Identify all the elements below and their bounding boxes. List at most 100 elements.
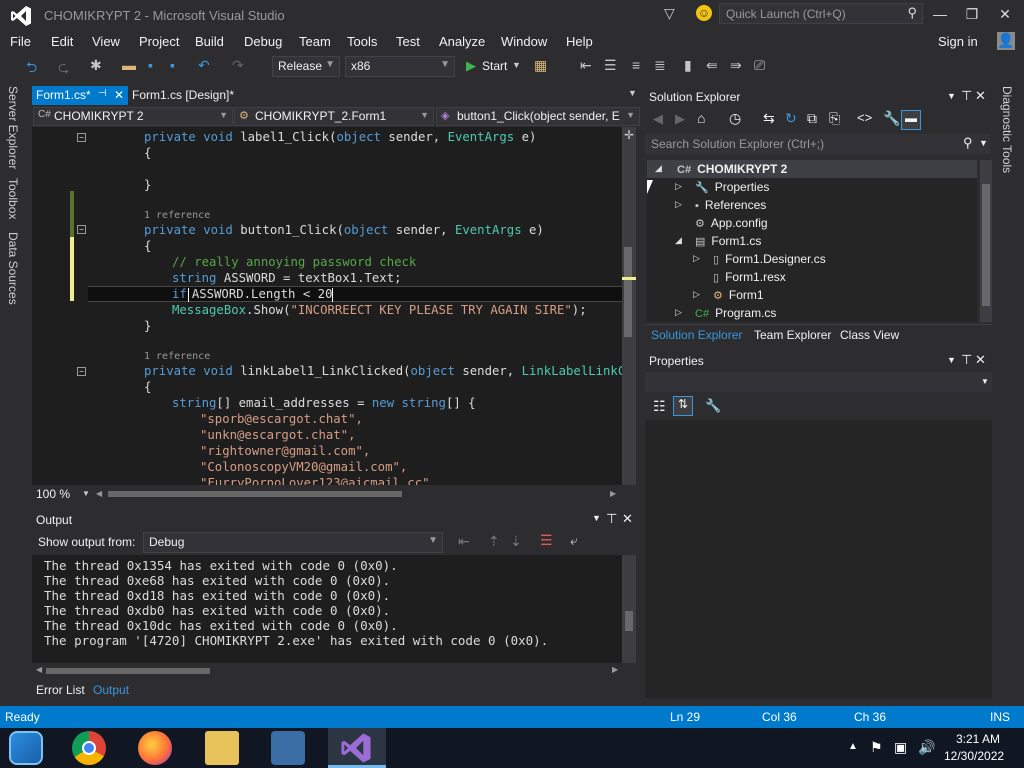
file-explorer-icon[interactable] xyxy=(205,731,239,765)
filter-icon[interactable]: ▽ xyxy=(664,5,675,22)
firefox-icon[interactable] xyxy=(138,731,172,765)
dropdown-icon[interactable]: ▼ xyxy=(592,513,601,523)
data-sources-tab[interactable]: Data Sources xyxy=(6,232,20,305)
tab-form1-design[interactable]: Form1.cs [Design]* xyxy=(128,86,258,105)
zoom-select[interactable]: 100 % xyxy=(36,487,70,501)
preview-selected-icon[interactable]: ▬ xyxy=(901,110,921,130)
configuration-select[interactable]: Release ▼ xyxy=(272,56,340,77)
chevron-down-icon[interactable]: ▼ xyxy=(82,489,90,498)
forward-icon[interactable]: ▶ xyxy=(675,111,685,127)
scroll-right-icon[interactable]: ▶ xyxy=(610,489,616,498)
expand-arrow-icon[interactable]: ▷ xyxy=(675,307,682,318)
tree-item-form1-cs[interactable]: ▤ Form1.cs xyxy=(695,234,761,248)
reference-count[interactable]: 1 reference xyxy=(144,210,210,221)
scroll-thumb[interactable] xyxy=(625,611,633,631)
menu-analyze[interactable]: Analyze xyxy=(439,34,485,49)
forward-icon[interactable]: ⮎ xyxy=(58,57,69,81)
word-wrap-icon[interactable]: ⤶ xyxy=(570,532,578,549)
tree-item-designer[interactable]: ▯ Form1.Designer.cs xyxy=(713,252,826,266)
tab-team-explorer[interactable]: Team Explorer xyxy=(754,328,831,342)
menu-project[interactable]: Project xyxy=(139,34,179,49)
scroll-thumb[interactable] xyxy=(46,668,210,674)
collapse-all-icon[interactable]: ⧉ xyxy=(807,110,817,127)
scroll-left-icon[interactable]: ◀ xyxy=(96,489,102,498)
clear-all-icon[interactable]: ☰ xyxy=(540,532,553,549)
member-dropdown[interactable]: ◈ button1_Click(object sender, E ▼ xyxy=(436,107,640,126)
pending-changes-icon[interactable]: ◷ xyxy=(729,110,741,127)
format-icon[interactable]: ☰ xyxy=(604,57,617,74)
solution-tree[interactable]: ◢ C# CHOMIKRYPT 2 ▷ 🔧 Properties ▷ ▪ Refere… xyxy=(647,160,977,322)
tab-class-view[interactable]: Class View xyxy=(840,328,899,342)
solution-vertical-scrollbar[interactable] xyxy=(980,160,992,322)
back-icon[interactable]: ◀ xyxy=(653,111,663,127)
scroll-thumb[interactable] xyxy=(982,184,990,306)
home-icon[interactable]: ⌂ xyxy=(697,110,705,126)
categorized-icon[interactable]: ☷ xyxy=(653,398,666,415)
output-text-area[interactable]: The thread 0x1354 has exited with code 0… xyxy=(32,555,622,663)
sync-icon[interactable]: ⇆ xyxy=(763,110,775,127)
chrome-icon[interactable] xyxy=(72,731,106,765)
menu-test[interactable]: Test xyxy=(396,34,420,49)
maximize-button[interactable]: ❐ xyxy=(957,6,987,23)
clock-time[interactable]: 3:21 AM xyxy=(956,732,1000,746)
chevron-down-icon[interactable]: ▼ xyxy=(512,60,521,70)
diagnostic-tools-tab[interactable]: Diagnostic Tools xyxy=(1000,86,1014,173)
split-view-icon[interactable]: ✛ xyxy=(624,128,634,142)
close-icon[interactable]: ✕ xyxy=(975,88,986,104)
bookmark-icon[interactable]: ▮ xyxy=(684,57,692,74)
minimize-button[interactable]: — xyxy=(925,6,955,22)
tab-solution-explorer[interactable]: Solution Explorer xyxy=(651,328,742,342)
menu-window[interactable]: Window xyxy=(501,34,547,49)
close-button[interactable]: ✕ xyxy=(990,6,1020,23)
class-dropdown[interactable]: ⚙ CHOMIKRYPT_2.Form1 ▼ xyxy=(234,107,434,126)
menu-view[interactable]: View xyxy=(92,34,120,49)
pin-icon[interactable]: ⊤ xyxy=(606,511,617,527)
properties-wrench-icon[interactable]: 🔧 xyxy=(883,110,900,127)
property-pages-icon[interactable]: 🔧 xyxy=(705,398,721,414)
chevron-down-icon[interactable]: ▼ xyxy=(979,138,988,148)
redo-icon[interactable]: ↷ xyxy=(232,57,244,74)
scroll-thumb[interactable] xyxy=(624,247,632,337)
show-all-files-icon[interactable]: ⎘ xyxy=(829,110,840,127)
prev-bookmark-icon[interactable]: ⇚ xyxy=(706,57,718,74)
tab-form1-cs[interactable]: Form1.cs* ⊣ ✕ xyxy=(32,86,128,105)
project-dropdown[interactable]: C# CHOMIKRYPT 2 ▼ xyxy=(33,107,233,126)
tree-item-references[interactable]: ▪ References xyxy=(695,198,766,212)
close-tab-icon[interactable]: ✕ xyxy=(114,88,124,102)
flag-icon[interactable]: ⚑ xyxy=(870,739,883,756)
toolbox-tab[interactable]: Toolbox xyxy=(6,178,20,219)
tree-item-form1-class[interactable]: ⚙ Form1 xyxy=(713,288,764,302)
output-source-select[interactable]: Debug ▼ xyxy=(143,532,443,553)
scroll-left-icon[interactable]: ◀ xyxy=(36,665,42,674)
start-button-icon[interactable] xyxy=(9,731,43,765)
feedback-smiley-icon[interactable]: ☺ xyxy=(696,5,712,21)
save-icon[interactable]: ▪ xyxy=(148,57,153,73)
next-message-icon[interactable]: ⇣ xyxy=(510,533,522,550)
tab-output[interactable]: Output xyxy=(93,683,129,697)
refresh-icon[interactable]: ↻ xyxy=(785,110,797,127)
close-icon[interactable]: ✕ xyxy=(622,511,633,527)
dropdown-icon[interactable]: ▼ xyxy=(947,91,956,101)
debug-target-icon[interactable]: ▦ xyxy=(534,57,547,74)
close-icon[interactable]: ✕ xyxy=(975,352,986,368)
clock-date[interactable]: 12/30/2022 xyxy=(944,749,1004,763)
fold-icon[interactable]: − xyxy=(77,225,86,234)
pin-icon[interactable]: ⊣ xyxy=(98,88,107,99)
alphabetical-icon[interactable]: ⇅ xyxy=(673,396,693,416)
pin-icon[interactable]: ⊤ xyxy=(961,352,972,368)
comment-icon[interactable]: ≡ xyxy=(632,57,640,73)
tree-item-properties[interactable]: 🔧 Properties xyxy=(695,180,769,194)
start-play-icon[interactable]: ▶ xyxy=(466,58,476,74)
clear-bookmarks-icon[interactable]: ⎚ xyxy=(754,57,765,74)
output-vertical-scrollbar[interactable] xyxy=(622,555,636,663)
collapse-arrow-icon[interactable]: ◢ xyxy=(655,163,662,174)
volume-icon[interactable]: 🔊 xyxy=(918,739,935,756)
collapse-arrow-icon[interactable]: ◢ xyxy=(675,235,682,246)
prev-message-icon[interactable]: ⇡ xyxy=(488,533,500,550)
step-icon[interactable]: ⇤ xyxy=(580,57,592,74)
find-message-icon[interactable]: ⇤ xyxy=(458,533,470,550)
expand-arrow-icon[interactable]: ▷ xyxy=(675,181,682,192)
editor-vertical-scrollbar[interactable] xyxy=(622,127,636,485)
fold-icon[interactable]: − xyxy=(77,133,86,142)
tree-item-project[interactable]: C# CHOMIKRYPT 2 xyxy=(677,162,787,176)
